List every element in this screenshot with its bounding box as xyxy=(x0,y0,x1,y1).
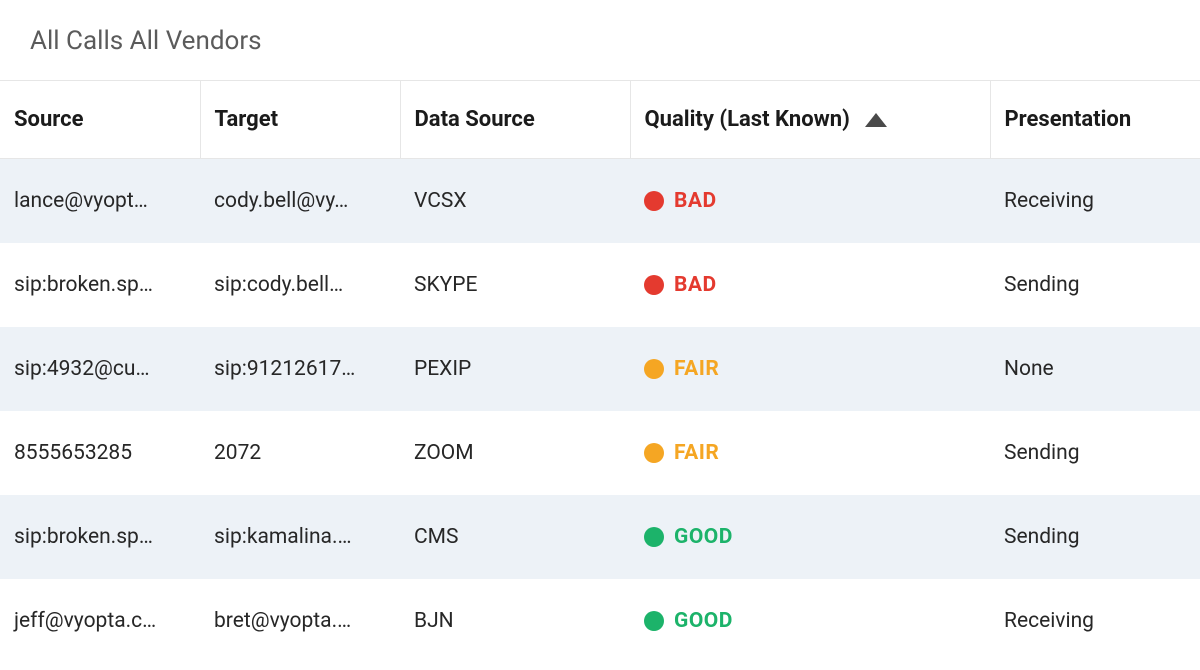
quality-label: GOOD xyxy=(674,525,733,549)
cell-target: cody.bell@vy… xyxy=(200,159,400,244)
cell-presentation: Receiving xyxy=(990,159,1200,244)
calls-table: Source Target Data Source Quality (Last … xyxy=(0,81,1200,663)
cell-source: sip:broken.sp… xyxy=(0,495,200,579)
table-row[interactable]: jeff@vyopta.c…bret@vyopta.…BJN GOOD Receiv… xyxy=(0,579,1200,663)
quality-status-icon xyxy=(644,443,664,463)
table-row[interactable]: sip:broken.sp…sip:cody.bell…SKYPE BAD Send… xyxy=(0,243,1200,327)
cell-data-source: BJN xyxy=(400,579,630,663)
quality-status-icon xyxy=(644,611,664,631)
quality-label: FAIR xyxy=(674,357,719,381)
column-header-target[interactable]: Target xyxy=(200,81,400,159)
table-row[interactable]: 85556532852072ZOOM FAIR Sending xyxy=(0,411,1200,495)
table-row[interactable]: sip:broken.sp…sip:kamalina.…CMS GOOD Sendi… xyxy=(0,495,1200,579)
cell-target: sip:cody.bell… xyxy=(200,243,400,327)
cell-source: sip:broken.sp… xyxy=(0,243,200,327)
cell-target: sip:91212617… xyxy=(200,327,400,411)
cell-data-source: VCSX xyxy=(400,159,630,244)
cell-presentation: Receiving xyxy=(990,579,1200,663)
cell-presentation: Sending xyxy=(990,243,1200,327)
table-row[interactable]: lance@vyopt…cody.bell@vy…VCSX BAD Receivin… xyxy=(0,159,1200,244)
cell-source: 8555653285 xyxy=(0,411,200,495)
cell-data-source: CMS xyxy=(400,495,630,579)
cell-target: bret@vyopta.… xyxy=(200,579,400,663)
quality-status-icon xyxy=(644,527,664,547)
cell-presentation: Sending xyxy=(990,495,1200,579)
cell-source: sip:4932@cu… xyxy=(0,327,200,411)
page-title: All Calls All Vendors xyxy=(0,0,1200,81)
column-header-presentation[interactable]: Presentation xyxy=(990,81,1200,159)
column-header-data[interactable]: Data Source xyxy=(400,81,630,159)
cell-data-source: SKYPE xyxy=(400,243,630,327)
quality-label: BAD xyxy=(674,273,717,297)
cell-quality: GOOD xyxy=(630,495,990,579)
quality-status-icon xyxy=(644,191,664,211)
quality-label: BAD xyxy=(674,189,717,213)
cell-source: lance@vyopt… xyxy=(0,159,200,244)
quality-label: FAIR xyxy=(674,441,719,465)
cell-presentation: None xyxy=(990,327,1200,411)
quality-status-icon xyxy=(644,275,664,295)
column-header-source[interactable]: Source xyxy=(0,81,200,159)
sort-ascending-icon xyxy=(865,113,887,127)
cell-quality: GOOD xyxy=(630,579,990,663)
cell-data-source: ZOOM xyxy=(400,411,630,495)
cell-source: jeff@vyopta.c… xyxy=(0,579,200,663)
cell-quality: FAIR xyxy=(630,327,990,411)
table-row[interactable]: sip:4932@cu…sip:91212617…PEXIP FAIR None xyxy=(0,327,1200,411)
quality-status-icon xyxy=(644,359,664,379)
cell-quality: FAIR xyxy=(630,411,990,495)
cell-data-source: PEXIP xyxy=(400,327,630,411)
cell-quality: BAD xyxy=(630,243,990,327)
cell-target: sip:kamalina.… xyxy=(200,495,400,579)
column-header-quality[interactable]: Quality (Last Known) xyxy=(630,81,990,159)
cell-quality: BAD xyxy=(630,159,990,244)
table-header-row: Source Target Data Source Quality (Last … xyxy=(0,81,1200,159)
cell-target: 2072 xyxy=(200,411,400,495)
quality-label: GOOD xyxy=(674,609,733,633)
cell-presentation: Sending xyxy=(990,411,1200,495)
